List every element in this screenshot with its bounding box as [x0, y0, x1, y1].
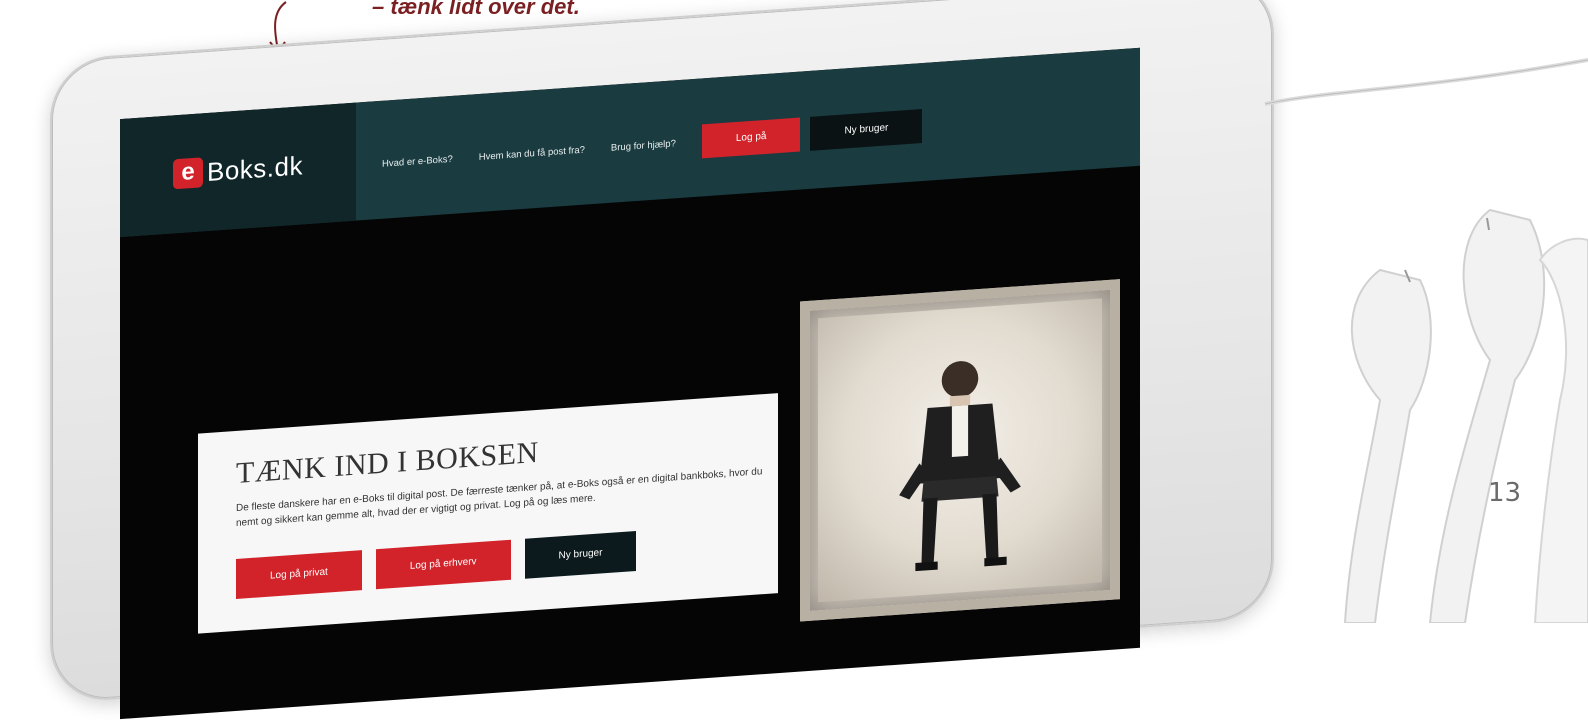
page-number: 13	[1488, 478, 1522, 508]
earphones-illustration	[1264, 58, 1588, 623]
